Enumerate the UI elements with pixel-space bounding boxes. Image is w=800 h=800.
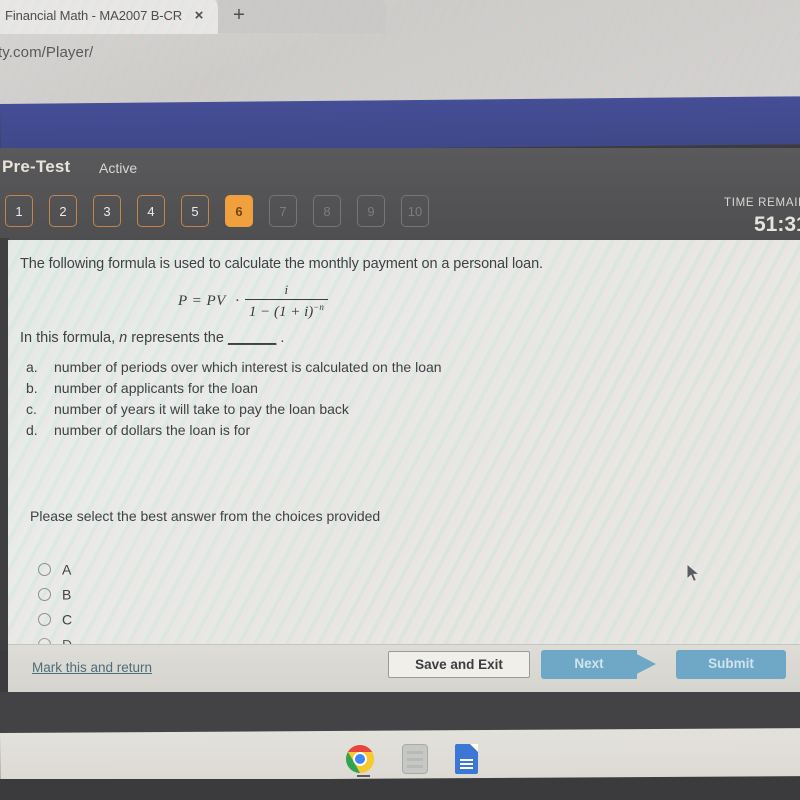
choice-text-b: number of applicants for the loan	[54, 380, 258, 396]
radio-label-a: A	[62, 561, 72, 578]
choice-a: a. number of periods over which interest …	[26, 359, 442, 380]
screen-bottom-bezel	[0, 779, 800, 800]
radio-label-d: D	[62, 636, 72, 644]
choice-b: b. number of applicants for the loan	[26, 380, 442, 401]
choice-c: c. number of years it will take to pay th…	[26, 401, 442, 422]
calculator-icon[interactable]	[402, 744, 428, 774]
question-button-4[interactable]: 4	[137, 195, 165, 227]
mouse-cursor	[686, 563, 701, 583]
answer-radio-group: A B C D	[38, 560, 72, 644]
tab-strip: Financial Math - MA2007 B-CR - × +	[0, 0, 800, 36]
stem-blank: ______	[227, 330, 277, 346]
choice-d: d. number of dollars the loan is for	[26, 422, 442, 443]
choice-letter-c: c.	[26, 401, 37, 417]
radio-icon-d[interactable]	[38, 637, 51, 644]
radio-option-d[interactable]: D	[38, 635, 72, 644]
payment-formula: P = PV · i 1 − (1 + i)−n	[178, 282, 328, 321]
radio-label-b: B	[62, 586, 72, 603]
formula-denominator: 1 − (1 + i)−n	[245, 300, 328, 321]
radio-icon-a[interactable]	[38, 562, 51, 576]
mark-and-return-link[interactable]: Mark this and return	[32, 660, 152, 675]
choice-letter-b: b.	[26, 380, 38, 396]
next-button[interactable]: Next	[541, 650, 659, 679]
question-button-5[interactable]: 5	[181, 195, 209, 227]
selection-instruction: Please select the best answer from the c…	[30, 508, 381, 524]
chrome-icon[interactable]	[345, 744, 375, 774]
radio-option-a[interactable]: A	[38, 560, 72, 585]
chrome-running-indicator	[357, 775, 370, 777]
time-remaining-value: 51:31	[754, 213, 800, 236]
question-intro: The following formula is used to calcula…	[20, 256, 543, 272]
formula-exponent: −n	[313, 302, 324, 312]
address-bar[interactable]	[0, 36, 800, 70]
address-bar-url: ty.com/Player/	[0, 44, 94, 61]
new-tab-icon[interactable]: +	[229, 5, 249, 25]
question-button-2[interactable]: 2	[49, 195, 77, 227]
radio-option-b[interactable]: B	[38, 585, 72, 610]
question-button-8: 8	[313, 195, 341, 227]
question-stem: In this formula, n represents the ______…	[20, 330, 284, 346]
stem-suffix: .	[276, 330, 285, 346]
formula-dot: ·	[234, 293, 240, 309]
radio-icon-c[interactable]	[38, 612, 51, 626]
formula-lhs: P = PV	[178, 293, 226, 309]
question-button-9: 9	[357, 195, 385, 227]
stem-prefix: In this formula,	[20, 330, 120, 346]
question-button-10: 10	[401, 195, 429, 227]
sheets-icon[interactable]	[455, 744, 478, 774]
close-icon[interactable]: ×	[190, 7, 208, 25]
radio-icon-b[interactable]	[38, 587, 51, 601]
formula-denominator-base: 1 − (1 + i)	[248, 304, 314, 320]
choice-letter-a: a.	[26, 359, 38, 375]
choice-list: a. number of periods over which interest …	[26, 359, 442, 443]
choice-text-c: number of years it will take to pay the …	[54, 401, 349, 417]
formula-fraction: i 1 − (1 + i)−n	[244, 282, 328, 321]
radio-option-c[interactable]: C	[38, 610, 72, 635]
submit-button[interactable]: Submit	[676, 650, 786, 679]
choice-text-d: number of dollars the loan is for	[54, 422, 251, 438]
next-button-label: Next	[574, 656, 604, 671]
stem-variable: n	[119, 330, 128, 346]
question-button-1[interactable]: 1	[5, 195, 33, 227]
browser-chrome: Financial Math - MA2007 B-CR - × + ty.co…	[0, 0, 800, 106]
site-banner	[0, 96, 800, 152]
tab-title: Financial Math - MA2007 B-CR -	[5, 8, 185, 23]
question-button-7: 7	[269, 195, 297, 227]
save-and-exit-button[interactable]: Save and Exit	[388, 651, 530, 678]
shelf-icon-list	[345, 744, 478, 774]
question-panel: The following formula is used to calcula…	[8, 240, 800, 644]
assessment-title: Pre-Test	[2, 157, 71, 176]
question-button-6[interactable]: 6	[225, 195, 253, 227]
stem-middle: represents the	[127, 330, 228, 346]
screenshot-root: Financial Math - MA2007 B-CR - × + ty.co…	[0, 0, 800, 800]
chrome-icon-center	[353, 752, 367, 766]
choice-letter-d: d.	[26, 422, 38, 438]
choice-text-a: number of periods over which interest is…	[54, 359, 442, 375]
assessment-status: Active	[99, 160, 138, 176]
question-button-3[interactable]: 3	[93, 195, 121, 227]
time-remaining-label: TIME REMAIN	[724, 197, 800, 209]
formula-numerator: i	[284, 282, 289, 297]
radio-label-c: C	[62, 611, 73, 628]
